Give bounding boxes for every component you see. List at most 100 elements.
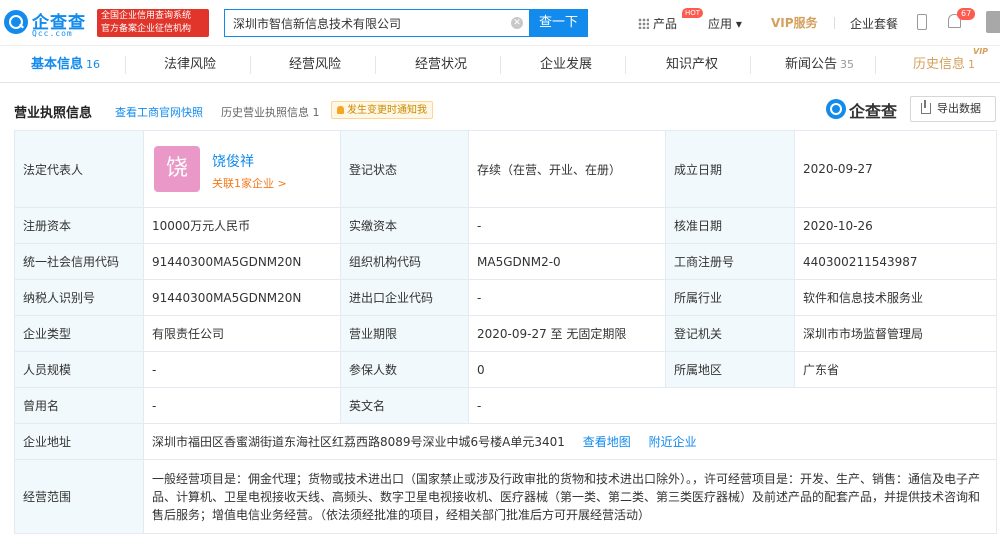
tab-divider: [500, 56, 501, 74]
staff-size-label: 人员规模: [14, 351, 144, 388]
tab-divider: [125, 56, 126, 74]
biz-term-label: 营业期限: [340, 315, 469, 352]
table-row: 法定代表人 饶 饶俊祥 关联1家企业 > 登记状态 存续（在营、开业、在册） 成…: [14, 130, 997, 208]
vip-mini-badge: VIP: [973, 47, 989, 56]
insured-label: 参保人数: [340, 351, 469, 388]
tab-development[interactable]: 企业发展: [540, 46, 592, 83]
hot-badge: HOT: [682, 8, 704, 18]
reg-capital-value: 10000万元人民币: [143, 207, 341, 244]
tab-intellectual-property[interactable]: 知识产权: [666, 46, 718, 83]
table-row: 经营范围 一般经营项目是：佣金代理；货物或技术进出口（国家禁止或涉及行政审批的货…: [14, 459, 997, 534]
snapshot-link[interactable]: 查看工商官网快照: [115, 104, 203, 120]
search-box: ✕: [224, 9, 529, 37]
company-type-label: 企业类型: [14, 315, 144, 352]
approve-date-label: 核准日期: [665, 207, 795, 244]
insured-value: 0: [468, 351, 666, 388]
slogan-line-1: 全国企业信用查询系统: [101, 11, 192, 21]
table-row: 统一社会信用代码 91440300MA5GDNM20N 组织机构代码 MA5GD…: [14, 243, 997, 280]
logo-domain: Qcc.com: [32, 29, 73, 38]
export-data-button[interactable]: 导出数据: [910, 96, 996, 122]
scope-label: 经营范围: [14, 459, 144, 534]
approve-date-value: 2020-10-26: [794, 207, 997, 244]
english-name-label: 英文名: [340, 387, 469, 424]
change-alert-button[interactable]: 发生变更时通知我: [331, 101, 433, 119]
nav-products[interactable]: 产品: [638, 15, 677, 32]
phone-icon[interactable]: [917, 14, 927, 30]
region-label: 所属地区: [665, 351, 795, 388]
table-row: 企业地址 深圳市福田区香蜜湖街道东海社区红荔西路8089号深业中城6号楼A单元3…: [14, 423, 997, 460]
credit-code-label: 统一社会信用代码: [14, 243, 144, 280]
scope-value: 一般经营项目是：佣金代理；货物或技术进出口（国家禁止或涉及行政审批的货物和技术进…: [143, 459, 997, 534]
est-date-value: 2020-09-27: [794, 130, 997, 208]
tab-basic-info[interactable]: 基本信息 16: [31, 46, 100, 83]
business-license-table: 法定代表人 饶 饶俊祥 关联1家企业 > 登记状态 存续（在营、开业、在册） 成…: [14, 130, 997, 534]
qcc-logo[interactable]: 企查查 Qcc.com: [4, 8, 92, 38]
biz-term-value: 2020-09-27 至 无固定期限: [468, 315, 666, 352]
tab-divider: [625, 56, 626, 74]
table-row: 纳税人识别号 91440300MA5GDNM20N 进出口企业代码 - 所属行业…: [14, 279, 997, 316]
legal-rep-label: 法定代表人: [14, 130, 144, 208]
biz-reg-no-label: 工商注册号: [665, 243, 795, 280]
section-title: 营业执照信息: [14, 106, 93, 121]
magnifier-logo-icon: [826, 99, 846, 119]
related-companies-link[interactable]: 关联1家企业 >: [212, 175, 287, 191]
magnifier-logo-icon: [4, 10, 28, 34]
download-icon: [921, 100, 931, 114]
search-input[interactable]: [233, 10, 503, 36]
search-button[interactable]: 查一下: [529, 9, 588, 37]
taxpayer-id-label: 纳税人识别号: [14, 279, 144, 316]
english-name-value: -: [468, 387, 997, 424]
tab-legal-risk[interactable]: 法律风险: [164, 46, 216, 83]
clear-icon[interactable]: ✕: [511, 17, 523, 29]
reg-status-value: 存续（在营、开业、在册）: [468, 130, 666, 208]
view-map-link[interactable]: 查看地图: [583, 435, 631, 449]
tab-operation-status[interactable]: 经营状况: [415, 46, 467, 83]
table-row: 注册资本 10000万元人民币 实缴资本 - 核准日期 2020-10-26: [14, 207, 997, 244]
reg-status-label: 登记状态: [340, 130, 469, 208]
nav-apps[interactable]: 应用 ▾: [708, 15, 742, 32]
legal-rep-avatar: 饶: [154, 146, 200, 192]
nav-enterprise-package[interactable]: 企业套餐: [850, 15, 898, 32]
table-row: 企业类型 有限责任公司 营业期限 2020-09-27 至 无固定期限 登记机关…: [14, 315, 997, 352]
slogan-badge: 全国企业信用查询系统 官方备案企业征信机构: [97, 9, 209, 37]
grid-icon: [638, 18, 649, 29]
industry-label: 所属行业: [665, 279, 795, 316]
legal-rep-cell: 饶 饶俊祥 关联1家企业 >: [143, 130, 341, 208]
tab-divider: [250, 56, 251, 74]
history-license-link[interactable]: 历史营业执照信息 1: [221, 104, 320, 120]
user-avatar[interactable]: [986, 11, 1000, 33]
region-value: 广东省: [794, 351, 997, 388]
org-code-value: MA5GDNM2-0: [468, 243, 666, 280]
tab-divider: [375, 56, 376, 74]
company-tabs: 基本信息 16 法律风险 经营风险 经营状况 企业发展 知识产权 新闻公告 35 历…: [0, 46, 1000, 83]
table-row: 人员规模 - 参保人数 0 所属地区 广东省: [14, 351, 997, 388]
paid-capital-label: 实缴资本: [340, 207, 469, 244]
import-export-value: -: [468, 279, 666, 316]
nav-vip-service[interactable]: VIP服务: [771, 14, 818, 31]
former-name-label: 曾用名: [14, 387, 144, 424]
address-value: 深圳市福田区香蜜湖街道东海社区红荔西路8089号深业中城6号楼A单元3401: [152, 435, 565, 449]
staff-size-value: -: [143, 351, 341, 388]
tab-divider: [750, 56, 751, 74]
est-date-label: 成立日期: [665, 130, 795, 208]
tab-news[interactable]: 新闻公告 35: [785, 46, 854, 83]
table-row: 曾用名 - 英文名 -: [14, 387, 997, 424]
nearby-companies-link[interactable]: 附近企业: [649, 435, 697, 449]
org-code-label: 组织机构代码: [340, 243, 469, 280]
taxpayer-id-value: 91440300MA5GDNM20N: [143, 279, 341, 316]
industry-value: 软件和信息技术服务业: [794, 279, 997, 316]
legal-rep-name[interactable]: 饶俊祥: [212, 151, 254, 171]
tab-divider: [875, 56, 876, 74]
address-label: 企业地址: [14, 423, 144, 460]
reg-authority-label: 登记机关: [665, 315, 795, 352]
slogan-line-2: 官方备案企业征信机构: [101, 24, 192, 34]
company-type-value: 有限责任公司: [143, 315, 341, 352]
import-export-label: 进出口企业代码: [340, 279, 469, 316]
credit-code-value: 91440300MA5GDNM20N: [143, 243, 341, 280]
reg-capital-label: 注册资本: [14, 207, 144, 244]
tab-operation-risk[interactable]: 经营风险: [289, 46, 341, 83]
top-header: 企查查 Qcc.com 全国企业信用查询系统 官方备案企业征信机构 ✕ 查一下 …: [0, 0, 1000, 46]
bell-icon: [337, 106, 344, 114]
tab-history-info[interactable]: 历史信息 1: [913, 46, 975, 83]
paid-capital-value: -: [468, 207, 666, 244]
